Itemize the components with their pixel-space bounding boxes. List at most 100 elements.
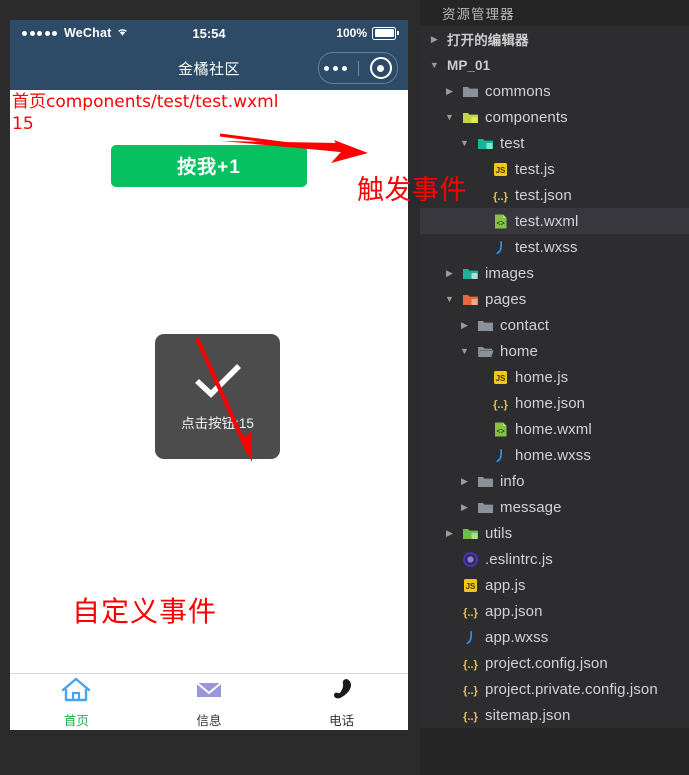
- tab-message[interactable]: 信息: [143, 674, 276, 730]
- nav-bar: 金橘社区: [10, 46, 408, 90]
- status-bar-left: WeChat: [22, 26, 129, 40]
- chevron-down-icon[interactable]: ▼: [443, 294, 456, 304]
- tree-item-home[interactable]: ▼ home: [420, 338, 689, 364]
- tree-item-project-private-config-json[interactable]: {..} project.private.config.json: [420, 676, 689, 702]
- tree-item-label: app.json: [485, 602, 543, 620]
- tree-item-label: commons: [485, 82, 551, 100]
- chevron-right-icon[interactable]: ▶: [458, 476, 471, 487]
- page-title: 金橘社区: [177, 60, 240, 78]
- button-row: 按我+1: [10, 144, 408, 187]
- folder-gray-icon: [477, 473, 494, 490]
- tree-item-info[interactable]: ▶ info: [420, 468, 689, 494]
- wxss-icon: 丿: [492, 239, 509, 256]
- svg-text:{..}: {..}: [493, 399, 508, 411]
- svg-text:<>: <>: [497, 220, 505, 227]
- folder-gray-icon: [462, 83, 479, 100]
- svg-text:{..}: {..}: [463, 659, 478, 671]
- svg-text:丿: 丿: [464, 631, 478, 646]
- open-editors-section[interactable]: ▶ 打开的编辑器: [420, 26, 689, 52]
- folder-yellow-icon: [462, 109, 479, 126]
- svg-text:<>: <>: [497, 428, 505, 435]
- chevron-down-icon[interactable]: ▼: [458, 138, 471, 148]
- capsule-divider: [357, 60, 359, 76]
- tree-item-label: app.wxss: [485, 628, 549, 646]
- tree-item-utils[interactable]: ▶ utils: [420, 520, 689, 546]
- tree-item-pages[interactable]: ▼ pages: [420, 286, 689, 312]
- chevron-down-icon[interactable]: ▼: [428, 60, 441, 70]
- chevron-right-icon[interactable]: ▶: [443, 268, 456, 279]
- tree-item-label: test.json: [515, 186, 572, 204]
- tree-item-home-js[interactable]: JS home.js: [420, 364, 689, 390]
- tree-item-home-wxml[interactable]: <> home.wxml: [420, 416, 689, 442]
- status-bar: WeChat 15:54 100%: [10, 20, 408, 46]
- chevron-right-icon[interactable]: ▶: [443, 528, 456, 539]
- tree-item-test[interactable]: ▼ test: [420, 130, 689, 156]
- target-circle-icon[interactable]: [369, 57, 392, 79]
- file-explorer-panel: 资源管理器 ▶ 打开的编辑器 ▼ MP_01 ▶ commons ▼ componen…: [420, 0, 689, 775]
- tree-item-label: home.wxml: [515, 420, 592, 438]
- tree-item-label: project.config.json: [485, 654, 608, 672]
- chevron-down-icon[interactable]: ▼: [458, 346, 471, 356]
- tree-item-contact[interactable]: ▶ contact: [420, 312, 689, 338]
- tree-item-message[interactable]: ▶ message: [420, 494, 689, 520]
- envelope-icon: [194, 676, 224, 708]
- project-root-section[interactable]: ▼ MP_01: [420, 52, 689, 78]
- explorer-tree: ▶ 打开的编辑器 ▼ MP_01 ▶ commons ▼ components ▼ tes…: [420, 26, 689, 728]
- battery-percent-label: 100%: [336, 26, 367, 40]
- svg-text:{..}: {..}: [463, 685, 478, 697]
- phone-frame: WeChat 15:54 100% 金橘社区 首页components/test…: [10, 20, 408, 730]
- svg-text:{..}: {..}: [493, 191, 508, 203]
- tree-item-test-wxml[interactable]: <> test.wxml: [420, 208, 689, 234]
- chevron-right-icon[interactable]: ▶: [458, 502, 471, 513]
- tree-item-commons[interactable]: ▶ commons: [420, 78, 689, 104]
- json-icon: {..}: [462, 707, 479, 724]
- json-icon: {..}: [462, 655, 479, 672]
- svg-text:丿: 丿: [494, 241, 508, 256]
- chevron-right-icon[interactable]: ▶: [458, 320, 471, 331]
- simulator-stage: WeChat 15:54 100% 金橘社区 首页components/test…: [0, 0, 420, 775]
- tree-item-test-wxss[interactable]: 丿 test.wxss: [420, 234, 689, 260]
- more-dots-icon[interactable]: [324, 65, 348, 71]
- battery-icon: [372, 26, 399, 40]
- increment-button[interactable]: 按我+1: [111, 144, 307, 187]
- tree-item-label: components: [485, 108, 568, 126]
- folder-green-icon: [462, 525, 479, 542]
- tree-item-label: app.js: [485, 576, 526, 594]
- tree-item-eslintrc-js[interactable]: .eslintrc.js: [420, 546, 689, 572]
- tree-item-label: .eslintrc.js: [485, 550, 553, 568]
- tree-item-app-js[interactable]: JS app.js: [420, 572, 689, 598]
- svg-text:{..}: {..}: [463, 607, 478, 619]
- tree-item-home-wxss[interactable]: 丿 home.wxss: [420, 442, 689, 468]
- tree-item-label: home: [500, 342, 538, 360]
- wxml-icon: <>: [492, 213, 509, 230]
- svg-text:丿: 丿: [494, 449, 508, 464]
- tree-item-project-config-json[interactable]: {..} project.config.json: [420, 650, 689, 676]
- js-icon: JS: [492, 161, 509, 178]
- tree-item-images[interactable]: ▶ images: [420, 260, 689, 286]
- tree-item-label: images: [485, 264, 534, 282]
- tree-item-app-wxss[interactable]: 丿 app.wxss: [420, 624, 689, 650]
- chevron-right-icon[interactable]: ▶: [443, 86, 456, 97]
- folder-open-icon: [477, 343, 494, 360]
- capsule-button[interactable]: [318, 52, 398, 84]
- trigger-event-annotation: 触发事件: [357, 175, 467, 206]
- tree-item-sitemap-json[interactable]: {..} sitemap.json: [420, 702, 689, 728]
- chevron-right-icon[interactable]: ▶: [428, 34, 441, 45]
- chevron-down-icon[interactable]: ▼: [443, 112, 456, 122]
- folder-orange-icon: [462, 291, 479, 308]
- tree-item-components[interactable]: ▼ components: [420, 104, 689, 130]
- tree-item-app-json[interactable]: {..} app.json: [420, 598, 689, 624]
- project-root-label: MP_01: [447, 57, 491, 73]
- tree-item-home-json[interactable]: {..} home.json: [420, 390, 689, 416]
- tab-phone[interactable]: 电话: [275, 674, 408, 730]
- folder-image-icon: [462, 265, 479, 282]
- status-bar-right: 100%: [336, 26, 399, 40]
- folder-teal-icon: [477, 135, 494, 152]
- tab-home[interactable]: 首页: [10, 674, 143, 730]
- tree-item-label: pages: [485, 290, 527, 308]
- checkmark-icon: [192, 361, 244, 406]
- js-icon: JS: [462, 577, 479, 594]
- wxml-icon: <>: [492, 421, 509, 438]
- folder-gray-icon: [477, 499, 494, 516]
- tree-item-label: info: [500, 472, 525, 490]
